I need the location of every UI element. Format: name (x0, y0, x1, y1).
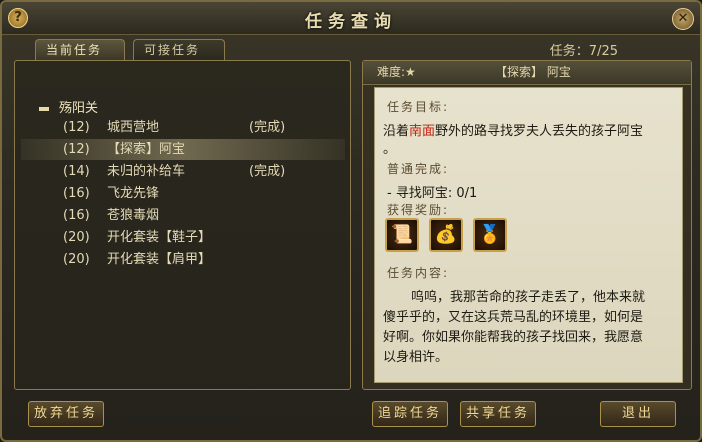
exit-button[interactable]: 退出 (600, 401, 676, 427)
tab-current-quests[interactable]: 当前任务 (35, 39, 125, 61)
reward-slot-badge[interactable]: 🏅 (473, 218, 507, 252)
quest-row[interactable]: (20) 开化套装【肩甲】 (21, 249, 345, 270)
quest-name: 未归的补给车 (107, 164, 186, 179)
quest-level: (16) (63, 208, 90, 223)
content-label: 任务内容: (387, 266, 450, 280)
quest-row[interactable]: (16) 飞龙先锋 (21, 183, 345, 204)
quest-list-panel: 殇阳关 (12) 城西营地 (完成) (12) 【探索】阿宝 (14) 未归的补… (14, 60, 351, 390)
close-icon: ✕ (677, 11, 689, 26)
quest-row[interactable]: (12) 城西营地 (完成) (21, 117, 345, 138)
scroll-icon: 📜 (390, 224, 414, 245)
reward-label: 获得奖励: (387, 203, 450, 217)
content-line-1: 呜呜，我那苦命的孩子走丢了，他本来就 (411, 290, 646, 305)
completion-label: 普通完成: (387, 162, 450, 176)
quest-window: ? 任务查询 ✕ 当前任务 可接任务 任务：7/25 殇阳关 (12) 城西营地… (0, 0, 702, 442)
window-title: 任务查询 (305, 12, 397, 32)
abandon-quest-button[interactable]: 放弃任务 (28, 401, 104, 427)
quest-level: (20) (63, 230, 90, 245)
detail-header: 难度:★ 【探索】 阿宝 (363, 61, 691, 85)
quest-row[interactable]: (16) 苍狼毒烟 (21, 205, 345, 226)
quest-count: 任务：7/25 (549, 44, 618, 59)
quest-name: 开化套装【鞋子】 (107, 230, 212, 245)
collapse-icon[interactable] (39, 106, 49, 111)
reward-slot-scroll[interactable]: 📜 (385, 218, 419, 252)
track-quest-button[interactable]: 追踪任务 (372, 401, 448, 427)
objective-label: 任务目标: (387, 100, 450, 114)
quest-name: 城西营地 (107, 120, 160, 135)
completion-progress: - 寻找阿宝: 0/1 (387, 186, 478, 201)
quest-row[interactable]: (20) 开化套装【鞋子】 (21, 227, 345, 248)
quest-level: (16) (63, 186, 90, 201)
detail-quest-title: 【探索】 阿宝 (495, 65, 571, 79)
quest-level: (12) (63, 120, 90, 135)
quest-row[interactable]: (14) 未归的补给车 (完成) (21, 161, 345, 182)
objective-highlight: 南面 (409, 124, 436, 139)
title-bar: ? 任务查询 ✕ (2, 2, 700, 35)
quest-detail-panel: 难度:★ 【探索】 阿宝 任务目标: 沿着南面野外的路寻找罗夫人丢失的孩子阿宝 … (362, 60, 692, 390)
quest-level: (12) (63, 142, 90, 157)
quest-name: 飞龙先锋 (107, 186, 160, 201)
quest-status: (完成) (249, 164, 286, 179)
reward-slot-pouch[interactable]: 💰 (429, 218, 463, 252)
quest-level: (20) (63, 252, 90, 267)
content-line-4: 以身相许。 (383, 350, 449, 365)
quest-name: 开化套装【肩甲】 (107, 252, 212, 267)
quest-status: (完成) (249, 120, 286, 135)
quest-level: (14) (63, 164, 90, 179)
tab-available-quests[interactable]: 可接任务 (133, 39, 225, 61)
quest-row-selected[interactable]: (12) 【探索】阿宝 (21, 139, 345, 160)
badge-icon: 🏅 (478, 224, 502, 245)
quest-name: 苍狼毒烟 (107, 208, 160, 223)
quest-name: 【探索】阿宝 (107, 142, 186, 157)
coin-pouch-icon: 💰 (434, 224, 458, 245)
quest-group-name: 殇阳关 (59, 101, 99, 116)
objective-end: 。 (383, 142, 397, 157)
content-line-3: 好啊。你如果你能帮我的孩子找回来，我愿意 (383, 330, 644, 345)
quest-group-header[interactable]: 殇阳关 (39, 97, 98, 116)
difficulty-label: 难度:★ (377, 65, 416, 79)
detail-scroll-area[interactable]: 任务目标: 沿着南面野外的路寻找罗夫人丢失的孩子阿宝 。 普通完成: - 寻找阿… (374, 87, 683, 383)
content-line-2: 傻乎乎的，又在这兵荒马乱的环境里，如何是 (383, 310, 644, 325)
close-button[interactable]: ✕ (672, 8, 694, 30)
share-quest-button[interactable]: 共享任务 (460, 401, 536, 427)
objective-text: 沿着南面野外的路寻找罗夫人丢失的孩子阿宝 (383, 124, 644, 139)
